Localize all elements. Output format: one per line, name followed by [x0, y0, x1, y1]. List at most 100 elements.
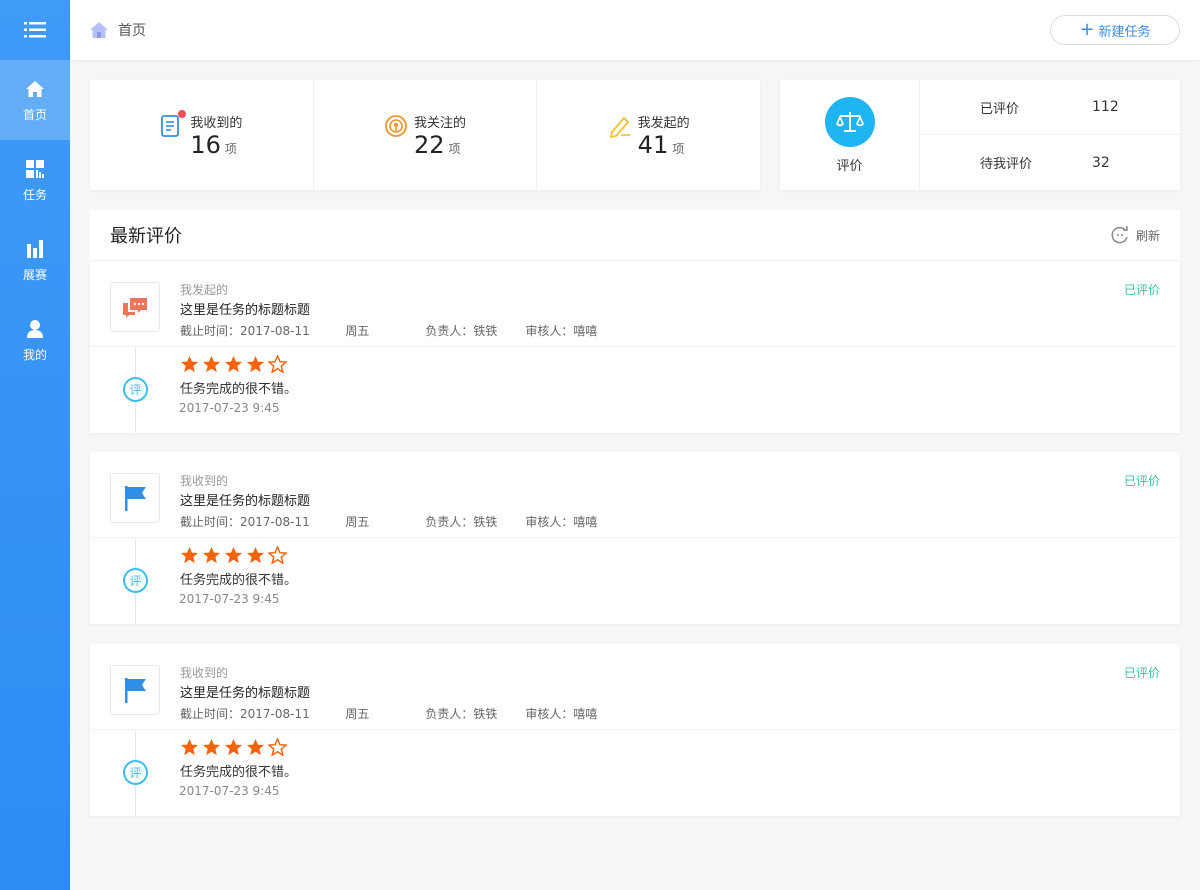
home-icon [90, 22, 108, 38]
refresh-button[interactable]: 刷新 [1110, 225, 1160, 245]
sidebar-item-label: 展赛 [22, 267, 47, 282]
status-badge: 已评价 [1123, 283, 1160, 297]
stat-unit: 项 [672, 141, 685, 156]
star-filled-icon [246, 738, 268, 760]
stat-unit: 项 [448, 141, 461, 156]
review-badge-icon: 评 [123, 568, 148, 593]
stats-panel: 我收到的 16 项 我关注的 22 项 我发起的 41 项 [90, 80, 760, 190]
new-task-label: 新建任务 [1098, 24, 1151, 40]
card-comment: 任务完成的很不错。 [180, 382, 298, 397]
home-icon [25, 78, 45, 100]
card-date: 2017-07-23 9:45 [179, 784, 280, 798]
star-filled-icon [202, 355, 224, 377]
star-empty-icon [267, 545, 290, 568]
latest-evaluations-header: 最新评价 刷新 [90, 210, 1180, 261]
plus-icon: + [1079, 19, 1095, 40]
card-owner: 负责人：铁铁 [425, 707, 498, 721]
status-badge: 已评价 [1123, 474, 1160, 488]
sidebar-item-tasks[interactable]: 任务 [0, 140, 70, 220]
stat-received[interactable]: 我收到的 16 项 [90, 80, 314, 190]
card-owner: 负责人：铁铁 [425, 515, 498, 529]
star-filled-icon [180, 546, 202, 568]
pending-count: 32 [1092, 154, 1110, 171]
stat-followed[interactable]: 我关注的 22 项 [314, 80, 538, 190]
card-type: 我发起的 [180, 283, 229, 297]
stat-unit: 项 [224, 141, 237, 156]
stat-value: 22 [414, 130, 445, 159]
scale-icon [824, 96, 875, 147]
star-filled-icon [224, 546, 246, 568]
star-filled-icon [224, 738, 246, 760]
card-deadline: 截止时间：2017-08-11 周五 [180, 515, 370, 529]
evaluation-entry[interactable]: 评价 [780, 80, 920, 190]
card-deadline: 截止时间：2017-08-11 周五 [180, 324, 370, 338]
review-badge-icon: 评 [123, 760, 148, 785]
evaluation-card[interactable]: 我收到的 这里是任务的标题标题 截止时间：2017-08-11 周五 负责人：铁… [90, 452, 1180, 624]
card-type: 我收到的 [180, 666, 229, 680]
evaluation-label: 评价 [836, 158, 863, 174]
bar-chart-icon [25, 238, 45, 260]
top-header: 首页 + 新建任务 [70, 0, 1200, 60]
evaluated-row[interactable]: 已评价 112 [920, 80, 1180, 135]
flag-icon [110, 665, 160, 715]
sidebar-item-home[interactable]: 首页 [0, 60, 70, 140]
star-empty-icon [267, 737, 290, 760]
stat-initiated[interactable]: 我发起的 41 项 [537, 80, 760, 190]
user-icon [25, 318, 45, 340]
target-icon [384, 114, 408, 138]
star-rating [180, 354, 290, 377]
card-date: 2017-07-23 9:45 [179, 592, 280, 606]
evaluation-card[interactable]: 我收到的 这里是任务的标题标题 截止时间：2017-08-11 周五 负责人：铁… [90, 644, 1180, 816]
card-comment: 任务完成的很不错。 [180, 573, 298, 588]
star-filled-icon [202, 546, 224, 568]
pending-label: 待我评价 [980, 157, 1033, 172]
flag-icon [110, 473, 160, 523]
menu-toggle-button[interactable] [0, 0, 70, 60]
grid-icon [25, 158, 45, 180]
star-filled-icon [246, 355, 268, 377]
menu-icon [24, 22, 46, 38]
evaluation-card[interactable]: 我发起的 这里是任务的标题标题 截止时间：2017-08-11 周五 负责人：铁… [90, 261, 1180, 433]
star-filled-icon [202, 738, 224, 760]
breadcrumb[interactable]: 首页 [118, 20, 146, 40]
stat-value: 41 [637, 130, 669, 159]
card-title[interactable]: 这里是任务的标题标题 [180, 682, 310, 701]
evaluated-count: 112 [1092, 99, 1119, 115]
status-badge: 已评价 [1123, 666, 1160, 680]
sidebar-item-label: 首页 [22, 107, 47, 122]
evaluation-summary: 评价 已评价 112 待我评价 32 [780, 80, 1180, 190]
sidebar-item-label: 我的 [22, 347, 47, 362]
review-badge-icon: 评 [123, 377, 148, 402]
star-empty-icon [267, 354, 290, 377]
star-filled-icon [246, 546, 268, 568]
sidebar: 首页 任务 展赛 我的 [0, 0, 70, 890]
card-reviewer: 审核人：嘻嘻 [525, 515, 598, 529]
star-rating [180, 737, 290, 760]
star-filled-icon [224, 355, 246, 377]
star-filled-icon [180, 355, 202, 377]
sidebar-item-label: 任务 [22, 187, 47, 202]
star-rating [180, 545, 290, 568]
card-type: 我收到的 [180, 474, 229, 488]
stat-label: 我关注的 [414, 115, 467, 131]
refresh-icon [1111, 226, 1128, 244]
notification-dot [178, 110, 187, 118]
sidebar-item-exhibition[interactable]: 展赛 [0, 220, 70, 300]
stat-label: 我发起的 [637, 115, 690, 131]
refresh-label: 刷新 [1135, 228, 1160, 243]
card-owner: 负责人：铁铁 [425, 324, 498, 338]
pending-row[interactable]: 待我评价 32 [920, 135, 1180, 190]
card-title[interactable]: 这里是任务的标题标题 [180, 299, 310, 318]
document-icon [160, 110, 187, 138]
card-date: 2017-07-23 9:45 [179, 401, 280, 415]
card-reviewer: 审核人：嘻嘻 [525, 707, 598, 721]
chat-icon [110, 282, 160, 332]
card-deadline: 截止时间：2017-08-11 周五 [180, 707, 370, 721]
star-filled-icon [180, 738, 202, 760]
evaluated-label: 已评价 [980, 101, 1020, 117]
card-title[interactable]: 这里是任务的标题标题 [180, 490, 310, 509]
card-comment: 任务完成的很不错。 [180, 765, 298, 780]
sidebar-item-mine[interactable]: 我的 [0, 300, 70, 380]
pencil-icon [608, 114, 632, 139]
new-task-button[interactable]: + 新建任务 [1050, 15, 1180, 45]
